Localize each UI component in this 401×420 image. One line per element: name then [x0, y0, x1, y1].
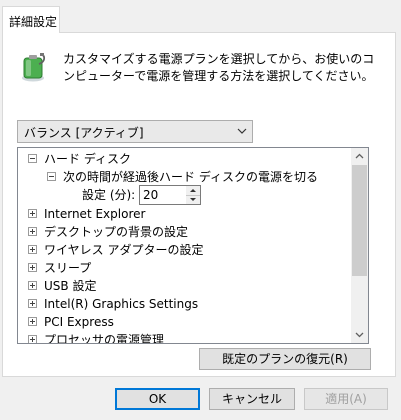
spin-down-icon[interactable] — [186, 195, 200, 204]
power-plan-dropdown[interactable]: バランス [アクティブ] — [17, 120, 253, 143]
power-options-dialog: 詳細設定 カスタマイズする電源プランを選択してから、お使いのコンピューターで電源… — [0, 0, 401, 420]
chevron-down-icon — [237, 128, 247, 134]
ok-button[interactable]: OK — [115, 388, 200, 410]
tree-item-hard-disk-off[interactable]: 次の時間が経過後ハード ディスクの電源を切る — [63, 168, 318, 186]
tree-item-processor-power[interactable]: プロセッサの電源管理 — [44, 331, 164, 343]
restore-defaults-button[interactable]: 既定のプランの復元(R) — [199, 348, 371, 370]
cancel-button[interactable]: キャンセル — [209, 388, 295, 410]
setting-label: 設定 (分): — [82, 188, 136, 202]
minutes-value: 20 — [143, 188, 159, 202]
expand-icon[interactable] — [28, 317, 37, 326]
tree-item-desktop-background[interactable]: デスクトップの背景の設定 — [44, 223, 188, 241]
collapse-icon[interactable] — [28, 154, 37, 163]
tab-label: 詳細設定 — [9, 15, 58, 29]
scrollbar-thumb[interactable] — [352, 165, 367, 276]
tree-item-internet-explorer[interactable]: Internet Explorer — [44, 205, 145, 223]
tree-item-sleep[interactable]: スリープ — [44, 259, 91, 277]
tree-item-intel-graphics[interactable]: Intel(R) Graphics Settings — [44, 295, 198, 313]
minutes-input[interactable]: 20 — [139, 185, 187, 205]
scroll-up-icon[interactable] — [351, 148, 368, 165]
tree-item-wireless-adapter[interactable]: ワイヤレス アダプターの設定 — [44, 241, 203, 259]
description-text: カスタマイズする電源プランを選択してから、お使いのコンピューターで電源を管理する… — [63, 52, 375, 83]
collapse-icon[interactable] — [47, 172, 56, 181]
expand-icon[interactable] — [28, 209, 37, 218]
power-plan-icon — [22, 53, 46, 82]
power-plan-selected: バランス [アクティブ] — [24, 126, 144, 140]
tree-item-usb-settings[interactable]: USB 設定 — [44, 277, 96, 295]
scroll-down-icon[interactable] — [351, 326, 368, 343]
tree-item-pci-express[interactable]: PCI Express — [44, 313, 114, 331]
tree-scrollbar[interactable] — [351, 148, 368, 343]
expand-icon[interactable] — [28, 299, 37, 308]
expand-icon[interactable] — [28, 227, 37, 236]
apply-button[interactable]: 適用(A) — [304, 388, 388, 410]
expand-icon[interactable] — [28, 335, 37, 343]
tree-item-hard-disk[interactable]: ハード ディスク — [44, 150, 131, 168]
tab-advanced-settings[interactable]: 詳細設定 — [2, 6, 60, 33]
minutes-spinner[interactable] — [186, 185, 201, 205]
expand-icon[interactable] — [28, 263, 37, 272]
expand-icon[interactable] — [28, 245, 37, 254]
expand-icon[interactable] — [28, 281, 37, 290]
settings-tree[interactable]: ハード ディスク 次の時間が経過後ハード ディスクの電源を切る 設定 (分): … — [17, 147, 369, 344]
